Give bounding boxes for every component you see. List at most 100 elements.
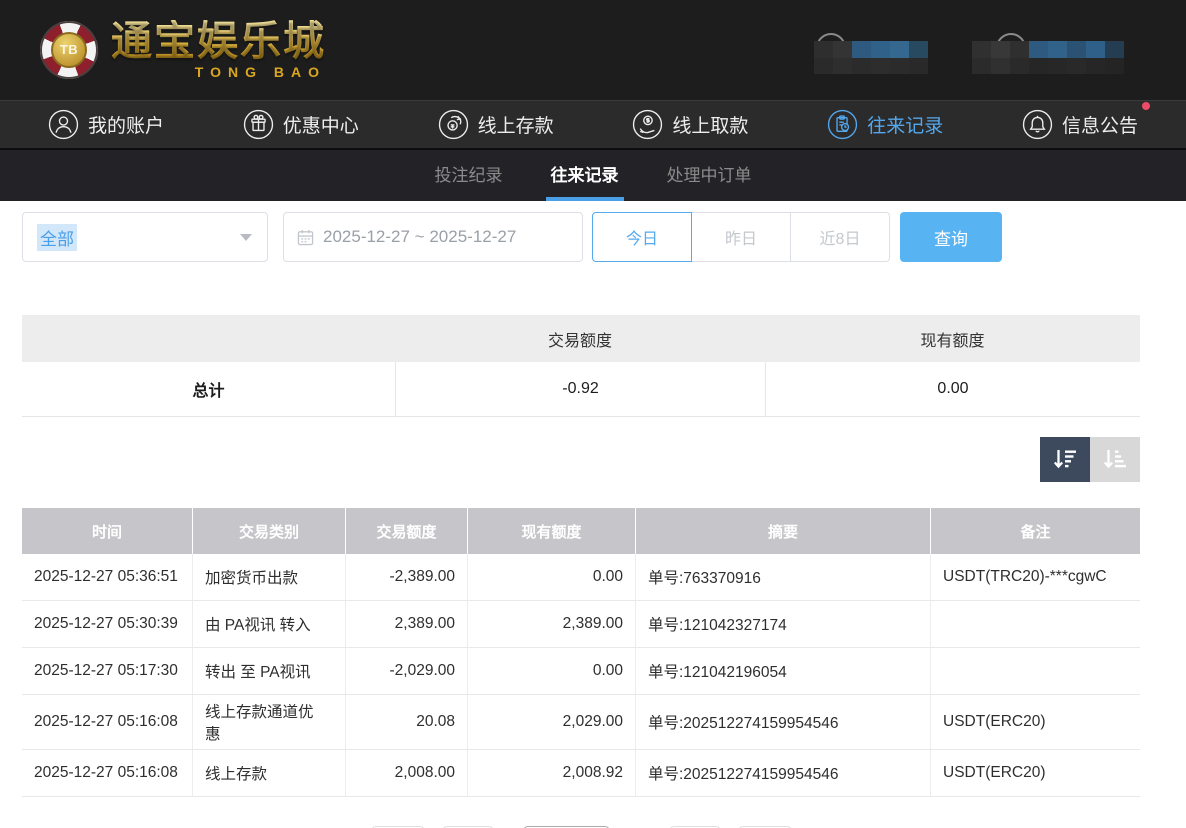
cell-summary: 单号:202512274159954546 <box>635 750 930 796</box>
today-button[interactable]: 今日 <box>592 212 692 262</box>
cell-type: 加密货币出款 <box>192 554 345 600</box>
top-header: TB 通宝娱乐城 TONG BAO <box>0 0 1186 100</box>
col-header-type: 交易类别 <box>192 508 345 554</box>
records-icon <box>827 109 858 140</box>
cell-note <box>930 648 1140 694</box>
total-label: 总计 <box>22 362 395 416</box>
cell-balance: 2,389.00 <box>467 601 635 647</box>
table-header-row: 时间 交易类别 交易额度 现有额度 摘要 备注 <box>22 508 1140 554</box>
filter-bar: 全部 2025-12-27 ~ 2025-12-27 今日 昨日 近8日 查询 <box>22 212 1140 262</box>
yesterday-button[interactable]: 昨日 <box>692 212 791 262</box>
cell-balance: 2,029.00 <box>467 695 635 749</box>
query-button[interactable]: 查询 <box>900 212 1002 262</box>
sub-nav: 投注纪录 往来记录 处理中订单 <box>0 150 1186 201</box>
sort-controls <box>22 437 1140 482</box>
cell-time: 2025-12-27 05:30:39 <box>22 601 192 647</box>
cell-note: USDT(ERC20) <box>930 750 1140 796</box>
col-header-note: 备注 <box>930 508 1140 554</box>
cell-amount: 20.08 <box>345 695 467 749</box>
summary-header-trade-amount: 交易额度 <box>395 315 765 362</box>
col-header-amount: 交易额度 <box>345 508 467 554</box>
summary-header-empty <box>22 315 395 362</box>
cell-summary: 单号:121042196054 <box>635 648 930 694</box>
nav-item-transactions[interactable]: 往来记录 <box>827 109 943 140</box>
col-header-time: 时间 <box>22 508 192 554</box>
table-row: 2025-12-27 05:36:51加密货币出款-2,389.000.00单号… <box>22 554 1140 601</box>
cell-amount: -2,389.00 <box>345 554 467 600</box>
cell-time: 2025-12-27 05:36:51 <box>22 554 192 600</box>
nav-label: 优惠中心 <box>283 111 359 138</box>
nav-item-my-account[interactable]: 我的账户 <box>48 109 164 140</box>
user-info-area <box>814 33 1124 74</box>
deposit-icon <box>438 109 469 140</box>
user-icon <box>48 109 79 140</box>
col-header-balance: 现有额度 <box>467 508 635 554</box>
nav-label: 线上存款 <box>478 111 554 138</box>
tab-transaction-records[interactable]: 往来记录 <box>546 150 624 201</box>
sort-ascending-button[interactable] <box>1090 437 1140 482</box>
last-8-days-button[interactable]: 近8日 <box>791 212 890 262</box>
summary-table: 交易额度 现有额度 总计 -0.92 0.00 <box>22 315 1140 417</box>
sort-descending-button[interactable] <box>1040 437 1090 482</box>
tab-pending-orders[interactable]: 处理中订单 <box>662 150 757 201</box>
type-select[interactable]: 全部 <box>22 212 268 262</box>
brand-name-en: TONG BAO <box>195 64 326 80</box>
censored-user-balance <box>814 33 928 74</box>
cell-summary: 单号:121042327174 <box>635 601 930 647</box>
cell-amount: 2,389.00 <box>345 601 467 647</box>
nav-item-deposit[interactable]: 线上存款 <box>438 109 554 140</box>
type-select-value: 全部 <box>37 224 77 251</box>
withdraw-icon <box>632 109 663 140</box>
cell-type: 由 PA视讯 转入 <box>192 601 345 647</box>
nav-item-promotions[interactable]: 优惠中心 <box>243 109 359 140</box>
nav-label: 信息公告 <box>1062 111 1138 138</box>
calendar-icon <box>297 229 314 246</box>
transactions-table: 时间 交易类别 交易额度 现有额度 摘要 备注 2025-12-27 05:36… <box>22 508 1140 797</box>
table-row: 2025-12-27 05:30:39由 PA视讯 转入2,389.002,38… <box>22 601 1140 648</box>
summary-header-balance: 现有额度 <box>765 315 1140 362</box>
total-balance: 0.00 <box>765 362 1140 416</box>
table-row: 2025-12-27 05:16:08线上存款2,008.002,008.92单… <box>22 750 1140 797</box>
cell-type: 线上存款 <box>192 750 345 796</box>
cell-time: 2025-12-27 05:17:30 <box>22 648 192 694</box>
cell-summary: 单号:202512274159954546 <box>635 695 930 749</box>
total-trade-amount: -0.92 <box>395 362 765 416</box>
cell-note: USDT(TRC20)-***cgwC <box>930 554 1140 600</box>
bell-icon <box>1022 109 1053 140</box>
censored-user-name <box>972 33 1124 74</box>
tab-betting-records[interactable]: 投注纪录 <box>430 150 508 201</box>
casino-chip-icon: TB <box>40 21 98 79</box>
cell-summary: 单号:763370916 <box>635 554 930 600</box>
brand-name-cn: 通宝娱乐城 <box>111 20 326 63</box>
cell-amount: 2,008.00 <box>345 750 467 796</box>
cell-balance: 2,008.92 <box>467 750 635 796</box>
brand-logo[interactable]: TB 通宝娱乐城 TONG BAO <box>40 20 326 80</box>
transactions-body: 2025-12-27 05:36:51加密货币出款-2,389.000.00单号… <box>22 554 1140 797</box>
summary-header-row: 交易额度 现有额度 <box>22 315 1140 362</box>
notification-badge <box>1142 102 1150 110</box>
nav-label: 往来记录 <box>867 111 943 138</box>
table-row: 2025-12-27 05:16:08线上存款通道优惠20.082,029.00… <box>22 695 1140 750</box>
chevron-down-icon <box>240 234 252 241</box>
col-header-summary: 摘要 <box>635 508 930 554</box>
main-nav: 我的账户 优惠中心 线上存款 <box>0 100 1186 150</box>
date-range-input[interactable]: 2025-12-27 ~ 2025-12-27 <box>283 212 583 262</box>
gift-icon <box>243 109 274 140</box>
cell-time: 2025-12-27 05:16:08 <box>22 695 192 749</box>
nav-label: 我的账户 <box>88 111 164 138</box>
cell-type: 转出 至 PA视讯 <box>192 648 345 694</box>
nav-label: 线上取款 <box>672 111 748 138</box>
chip-monogram: TB <box>51 32 87 68</box>
cell-type: 线上存款通道优惠 <box>192 695 345 749</box>
nav-item-announcements[interactable]: 信息公告 <box>1022 109 1138 140</box>
date-range-value: 2025-12-27 ~ 2025-12-27 <box>323 227 516 247</box>
table-row: 2025-12-27 05:17:30转出 至 PA视讯-2,029.000.0… <box>22 648 1140 695</box>
cell-amount: -2,029.00 <box>345 648 467 694</box>
quick-date-group: 今日 昨日 近8日 <box>592 212 890 262</box>
sort-desc-icon <box>1051 446 1079 474</box>
nav-item-withdraw[interactable]: 线上取款 <box>632 109 748 140</box>
cell-note: USDT(ERC20) <box>930 695 1140 749</box>
cell-balance: 0.00 <box>467 554 635 600</box>
summary-total-row: 总计 -0.92 0.00 <box>22 362 1140 417</box>
cell-balance: 0.00 <box>467 648 635 694</box>
